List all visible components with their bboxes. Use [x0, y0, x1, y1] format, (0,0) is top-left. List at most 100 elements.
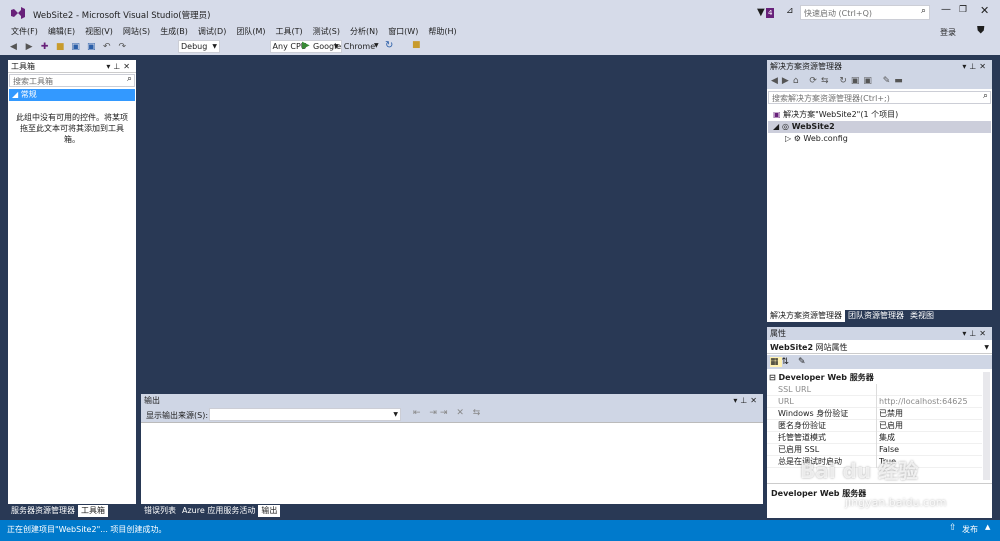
redo-icon[interactable]: ↷	[116, 40, 129, 54]
project-node[interactable]: ◢ ◎ WebSite2	[768, 121, 991, 133]
chevron-down-icon: ▼	[984, 344, 989, 351]
menu-item[interactable]: 测试(S)	[308, 25, 345, 39]
toolbox-empty-message: 此组中没有可用的控件。将某项拖至此文本可将其添加到工具箱。	[16, 113, 128, 144]
close-button[interactable]: ✕	[980, 4, 989, 17]
watermark: Bai du 经验	[800, 455, 918, 484]
browser-link-icon[interactable]: ■	[412, 40, 421, 50]
tab-output[interactable]: 输出	[258, 505, 281, 517]
property-value[interactable]: http://localhost:64625	[876, 396, 968, 408]
properties-object-selector[interactable]: WebSite2 网站属性 ▼	[767, 341, 992, 354]
panel-buttons[interactable]: ▾⊥✕	[962, 60, 989, 73]
left-tabs: 服务器资源管理器 工具箱	[8, 505, 138, 518]
menu-item[interactable]: 工具(T)	[270, 25, 307, 39]
alphabetical-icon[interactable]: ⇅	[782, 357, 793, 367]
solution-search[interactable]: 搜索解决方案资源管理器(Ctrl+;) ⌕	[768, 91, 991, 104]
property-value[interactable]: 集成	[876, 432, 895, 444]
toolbox-search-input[interactable]: 搜索工具箱	[13, 76, 53, 87]
run-target-label[interactable]: Google Chrome	[313, 42, 375, 51]
tab-solution-explorer[interactable]: 解决方案资源管理器	[767, 310, 845, 322]
file-label: Web.config	[803, 134, 848, 143]
tab-azure-activity[interactable]: Azure 应用服务活动	[179, 505, 258, 517]
property-row[interactable]: URL http://localhost:64625	[767, 396, 982, 408]
menu-item[interactable]: 窗口(W)	[383, 25, 423, 39]
output-source-dropdown[interactable]: ▼	[209, 408, 401, 421]
publish-button[interactable]: 发布	[962, 524, 978, 535]
chevron-up-icon[interactable]: ▲	[985, 523, 990, 531]
back-icon[interactable]: ◀	[7, 40, 20, 54]
categorized-icon[interactable]: ▦	[770, 357, 782, 367]
tab-toolbox[interactable]: 工具箱	[78, 505, 108, 517]
run-icon[interactable]: ▶	[302, 40, 310, 51]
open-folder-icon[interactable]: ■	[54, 40, 67, 54]
toolbox-search[interactable]: 搜索工具箱 ⌕	[9, 74, 135, 87]
solution-toolbar-icons[interactable]: ◀▶⌂ ⟳⇆ ↻▣▣ ✎▬	[771, 76, 907, 86]
forward-icon[interactable]: ▶	[23, 40, 36, 54]
signin-link[interactable]: 登录	[940, 27, 956, 38]
solution-node[interactable]: ▣ 解决方案"WebSite2"(1 个项目)	[773, 109, 898, 121]
refresh-icon[interactable]: ↻	[385, 40, 393, 51]
collapse-icon[interactable]: ◢	[773, 122, 779, 131]
undo-icon[interactable]: ↶	[100, 40, 113, 54]
tab-error-list[interactable]: 错误列表	[141, 505, 179, 517]
file-node[interactable]: ▷ ⚙ Web.config	[785, 133, 848, 145]
config-dropdown[interactable]: Debug ▼	[178, 40, 220, 53]
properties-toolbar: ▦⇅ ✎	[767, 355, 992, 369]
watermark-url: jingyan.baidu.com	[845, 496, 947, 509]
solution-search-input[interactable]: 搜索解决方案资源管理器(Ctrl+;)	[772, 93, 890, 104]
expand-icon[interactable]: ▷	[785, 134, 791, 143]
property-value[interactable]: 已禁用	[876, 408, 903, 420]
menu-item[interactable]: 文件(F)	[6, 25, 43, 39]
property-row[interactable]: Windows 身份验证 已禁用	[767, 408, 982, 420]
tab-server-explorer[interactable]: 服务器资源管理器	[8, 505, 78, 517]
vs-logo-icon	[11, 7, 25, 19]
property-row[interactable]: SSL URL	[767, 384, 982, 396]
run-target-dropdown-icon[interactable]: ▼	[374, 42, 379, 49]
save-icon[interactable]: ▣	[69, 40, 82, 54]
output-source-label: 显示输出来源(S):	[146, 411, 209, 420]
property-name: URL	[778, 397, 794, 406]
bottom-tabs: 错误列表 Azure 应用服务活动 输出	[141, 505, 441, 518]
menu-item[interactable]: 视图(V)	[80, 25, 118, 39]
property-row[interactable]: 匿名身份验证 已启用	[767, 420, 982, 432]
tab-team-explorer[interactable]: 团队资源管理器	[845, 310, 907, 322]
menu-item[interactable]: 调试(D)	[193, 25, 231, 39]
collapse-icon[interactable]: ⊟	[769, 373, 776, 382]
filter-icon[interactable]: ▼	[757, 7, 765, 18]
menu-item[interactable]: 网站(S)	[118, 25, 155, 39]
search-icon: ⌕	[982, 91, 988, 101]
quick-launch-input[interactable]: 快速启动 (Ctrl+Q)	[804, 8, 872, 19]
chevron-down-icon: ▼	[212, 43, 217, 50]
menu-item[interactable]: 团队(M)	[231, 25, 270, 39]
panel-buttons[interactable]: ▾⊥✕	[962, 327, 989, 340]
property-value[interactable]	[876, 384, 879, 396]
property-category[interactable]: ⊟ Developer Web 服务器	[767, 372, 982, 384]
toolbar: ◀ ▶ ✚ ■ ▣ ▣ ↶ ↷ Debug ▼ Any CPU ▼ ▶ Google…	[0, 39, 1000, 55]
menu-item[interactable]: 分析(N)	[345, 25, 383, 39]
menu-item[interactable]: 帮助(H)	[423, 25, 461, 39]
minimize-button[interactable]: —	[941, 4, 951, 15]
restore-button[interactable]: ❐	[959, 5, 967, 15]
publish-icon[interactable]: ⇧	[949, 523, 957, 533]
panel-buttons[interactable]: ▾⊥✕	[733, 394, 760, 407]
panel-buttons[interactable]: ▾⊥✕	[106, 60, 133, 73]
property-scrollbar[interactable]	[983, 372, 990, 480]
window-title: WebSite2 - Microsoft Visual Studio(管理员)	[33, 11, 211, 21]
toolbox-group[interactable]: ◢ 常规	[9, 89, 135, 101]
property-row[interactable]: 托管管道模式 集成	[767, 432, 982, 444]
account-icon[interactable]: ⛊	[977, 25, 985, 36]
title-bar: WebSite2 - Microsoft Visual Studio(管理员) …	[0, 0, 1000, 25]
property-pages-icon[interactable]: ✎	[798, 357, 809, 367]
output-toolbar-icons[interactable]: ⇤ ⇥⇥ ✕ ⇆	[413, 408, 483, 418]
quick-launch-box[interactable]: 快速启动 (Ctrl+Q) ⌕	[800, 5, 930, 20]
tab-class-view[interactable]: 类视图	[907, 310, 937, 322]
save-all-icon[interactable]: ▣	[85, 40, 98, 54]
new-project-icon[interactable]: ✚	[38, 40, 51, 54]
expand-icon: ◢	[12, 90, 19, 99]
notification-badge[interactable]: 4	[766, 8, 775, 18]
solution-icon: ▣	[773, 110, 781, 119]
property-name: 托管管道模式	[778, 433, 826, 442]
menu-item[interactable]: 编辑(E)	[43, 25, 80, 39]
menu-item[interactable]: 生成(B)	[155, 25, 193, 39]
feedback-icon[interactable]: ⊿	[786, 6, 794, 16]
property-value[interactable]: 已启用	[876, 420, 903, 432]
